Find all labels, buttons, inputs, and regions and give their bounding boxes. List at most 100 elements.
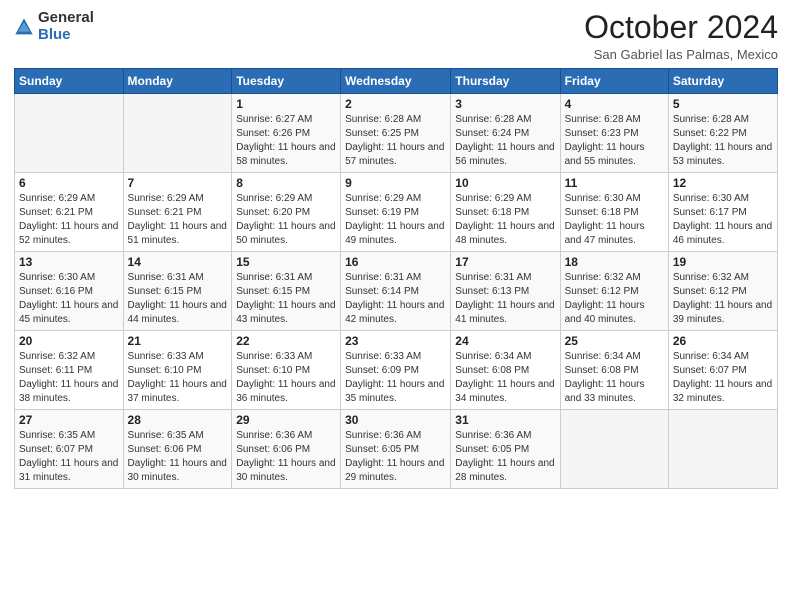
day-number: 29 — [236, 413, 336, 427]
day-info: Sunrise: 6:36 AMSunset: 6:06 PMDaylight:… — [236, 429, 336, 485]
day-info: Sunrise: 6:31 AMSunset: 6:15 PMDaylight:… — [128, 271, 228, 327]
day-info: Sunrise: 6:32 AMSunset: 6:11 PMDaylight:… — [19, 350, 119, 406]
day-number: 4 — [565, 97, 664, 111]
table-row: 2Sunrise: 6:28 AMSunset: 6:25 PMDaylight… — [341, 94, 451, 173]
day-number: 14 — [128, 255, 228, 269]
table-row: 19 Sunrise: 6:32 AMSunset: 6:12 PMDayligh… — [668, 252, 777, 331]
day-number: 7 — [128, 176, 228, 190]
col-monday: Monday — [123, 69, 232, 94]
logo: General Blue — [14, 10, 94, 43]
table-row: 1Sunrise: 6:27 AMSunset: 6:26 PMDaylight… — [232, 94, 341, 173]
table-row: 28Sunrise: 6:35 AMSunset: 6:06 PMDayligh… — [123, 410, 232, 489]
day-number: 9 — [345, 176, 446, 190]
calendar-week-3: 13 Sunrise: 6:30 AMSunset: 6:16 PMDayligh… — [15, 252, 778, 331]
table-row: 10 Sunrise: 6:29 AMSunset: 6:18 PMDayligh… — [451, 173, 560, 252]
table-row: 27 Sunrise: 6:35 AMSunset: 6:07 PMDayligh… — [15, 410, 124, 489]
day-info: Sunrise: 6:36 AMSunset: 6:05 PMDaylight:… — [455, 429, 555, 485]
day-number: 28 — [128, 413, 228, 427]
table-row: 21 Sunrise: 6:33 AMSunset: 6:10 PMDayligh… — [123, 331, 232, 410]
calendar-week-5: 27 Sunrise: 6:35 AMSunset: 6:07 PMDayligh… — [15, 410, 778, 489]
day-number: 6 — [19, 176, 119, 190]
day-number: 23 — [345, 334, 446, 348]
col-thursday: Thursday — [451, 69, 560, 94]
day-info: Sunrise: 6:29 AMSunset: 6:21 PMDaylight:… — [19, 192, 119, 248]
table-row — [15, 94, 124, 173]
day-info: Sunrise: 6:31 AMSunset: 6:15 PMDaylight:… — [236, 271, 336, 327]
day-number: 10 — [455, 176, 555, 190]
day-info: Sunrise: 6:28 AMSunset: 6:24 PMDaylight:… — [455, 113, 555, 169]
day-number: 11 — [565, 176, 664, 190]
table-row: 3 Sunrise: 6:28 AMSunset: 6:24 PMDaylight… — [451, 94, 560, 173]
table-row: 15 Sunrise: 6:31 AMSunset: 6:15 PMDayligh… — [232, 252, 341, 331]
calendar-table: Sunday Monday Tuesday Wednesday Thursday… — [14, 68, 778, 489]
location-subtitle: San Gabriel las Palmas, Mexico — [584, 47, 778, 62]
day-number: 3 — [455, 97, 555, 111]
col-wednesday: Wednesday — [341, 69, 451, 94]
table-row: 12 Sunrise: 6:30 AMSunset: 6:17 PMDayligh… — [668, 173, 777, 252]
day-number: 5 — [673, 97, 773, 111]
day-number: 21 — [128, 334, 228, 348]
day-info: Sunrise: 6:34 AMSunset: 6:08 PMDaylight:… — [565, 350, 664, 406]
table-row: 17Sunrise: 6:31 AMSunset: 6:13 PMDayligh… — [451, 252, 560, 331]
day-number: 30 — [345, 413, 446, 427]
day-number: 8 — [236, 176, 336, 190]
day-info: Sunrise: 6:32 AMSunset: 6:12 PMDaylight:… — [673, 271, 773, 327]
day-info: Sunrise: 6:30 AMSunset: 6:18 PMDaylight:… — [565, 192, 664, 248]
day-info: Sunrise: 6:33 AMSunset: 6:10 PMDaylight:… — [236, 350, 336, 406]
day-info: Sunrise: 6:31 AMSunset: 6:14 PMDaylight:… — [345, 271, 446, 327]
table-row: 6 Sunrise: 6:29 AMSunset: 6:21 PMDaylight… — [15, 173, 124, 252]
day-info: Sunrise: 6:28 AMSunset: 6:22 PMDaylight:… — [673, 113, 773, 169]
day-info: Sunrise: 6:29 AMSunset: 6:18 PMDaylight:… — [455, 192, 555, 248]
day-info: Sunrise: 6:28 AMSunset: 6:25 PMDaylight:… — [345, 113, 446, 169]
table-row: 30Sunrise: 6:36 AMSunset: 6:05 PMDayligh… — [341, 410, 451, 489]
col-friday: Friday — [560, 69, 668, 94]
day-info: Sunrise: 6:30 AMSunset: 6:16 PMDaylight:… — [19, 271, 119, 327]
table-row: 14 Sunrise: 6:31 AMSunset: 6:15 PMDayligh… — [123, 252, 232, 331]
day-info: Sunrise: 6:35 AMSunset: 6:07 PMDaylight:… — [19, 429, 119, 485]
calendar-week-1: 1Sunrise: 6:27 AMSunset: 6:26 PMDaylight… — [15, 94, 778, 173]
calendar-week-4: 20 Sunrise: 6:32 AMSunset: 6:11 PMDayligh… — [15, 331, 778, 410]
day-info: Sunrise: 6:28 AMSunset: 6:23 PMDaylight:… — [565, 113, 664, 169]
day-number: 16 — [345, 255, 446, 269]
day-number: 24 — [455, 334, 555, 348]
table-row: 9 Sunrise: 6:29 AMSunset: 6:19 PMDaylight… — [341, 173, 451, 252]
table-row — [668, 410, 777, 489]
day-info: Sunrise: 6:34 AMSunset: 6:07 PMDaylight:… — [673, 350, 773, 406]
day-info: Sunrise: 6:29 AMSunset: 6:20 PMDaylight:… — [236, 192, 336, 248]
logo-general: General — [38, 10, 94, 27]
day-number: 12 — [673, 176, 773, 190]
table-row: 7 Sunrise: 6:29 AMSunset: 6:21 PMDaylight… — [123, 173, 232, 252]
table-row — [560, 410, 668, 489]
table-row: 8 Sunrise: 6:29 AMSunset: 6:20 PMDaylight… — [232, 173, 341, 252]
day-info: Sunrise: 6:33 AMSunset: 6:09 PMDaylight:… — [345, 350, 446, 406]
calendar-week-2: 6 Sunrise: 6:29 AMSunset: 6:21 PMDaylight… — [15, 173, 778, 252]
day-number: 19 — [673, 255, 773, 269]
page-header: General Blue October 2024 San Gabriel la… — [14, 10, 778, 62]
table-row: 23 Sunrise: 6:33 AMSunset: 6:09 PMDayligh… — [341, 331, 451, 410]
day-info: Sunrise: 6:29 AMSunset: 6:21 PMDaylight:… — [128, 192, 228, 248]
day-number: 27 — [19, 413, 119, 427]
day-number: 26 — [673, 334, 773, 348]
table-row: 18Sunrise: 6:32 AMSunset: 6:12 PMDayligh… — [560, 252, 668, 331]
day-number: 25 — [565, 334, 664, 348]
day-info: Sunrise: 6:30 AMSunset: 6:17 PMDaylight:… — [673, 192, 773, 248]
day-info: Sunrise: 6:29 AMSunset: 6:19 PMDaylight:… — [345, 192, 446, 248]
day-info: Sunrise: 6:32 AMSunset: 6:12 PMDaylight:… — [565, 271, 664, 327]
col-sunday: Sunday — [15, 69, 124, 94]
day-number: 31 — [455, 413, 555, 427]
day-number: 13 — [19, 255, 119, 269]
table-row: 25 Sunrise: 6:34 AMSunset: 6:08 PMDayligh… — [560, 331, 668, 410]
day-info: Sunrise: 6:33 AMSunset: 6:10 PMDaylight:… — [128, 350, 228, 406]
day-info: Sunrise: 6:27 AMSunset: 6:26 PMDaylight:… — [236, 113, 336, 169]
day-number: 15 — [236, 255, 336, 269]
day-number: 20 — [19, 334, 119, 348]
col-tuesday: Tuesday — [232, 69, 341, 94]
table-row: 20 Sunrise: 6:32 AMSunset: 6:11 PMDayligh… — [15, 331, 124, 410]
table-row: 26 Sunrise: 6:34 AMSunset: 6:07 PMDayligh… — [668, 331, 777, 410]
day-number: 22 — [236, 334, 336, 348]
calendar-header-row: Sunday Monday Tuesday Wednesday Thursday… — [15, 69, 778, 94]
table-row: 4 Sunrise: 6:28 AMSunset: 6:23 PMDaylight… — [560, 94, 668, 173]
table-row: 13 Sunrise: 6:30 AMSunset: 6:16 PMDayligh… — [15, 252, 124, 331]
table-row — [123, 94, 232, 173]
day-number: 17 — [455, 255, 555, 269]
